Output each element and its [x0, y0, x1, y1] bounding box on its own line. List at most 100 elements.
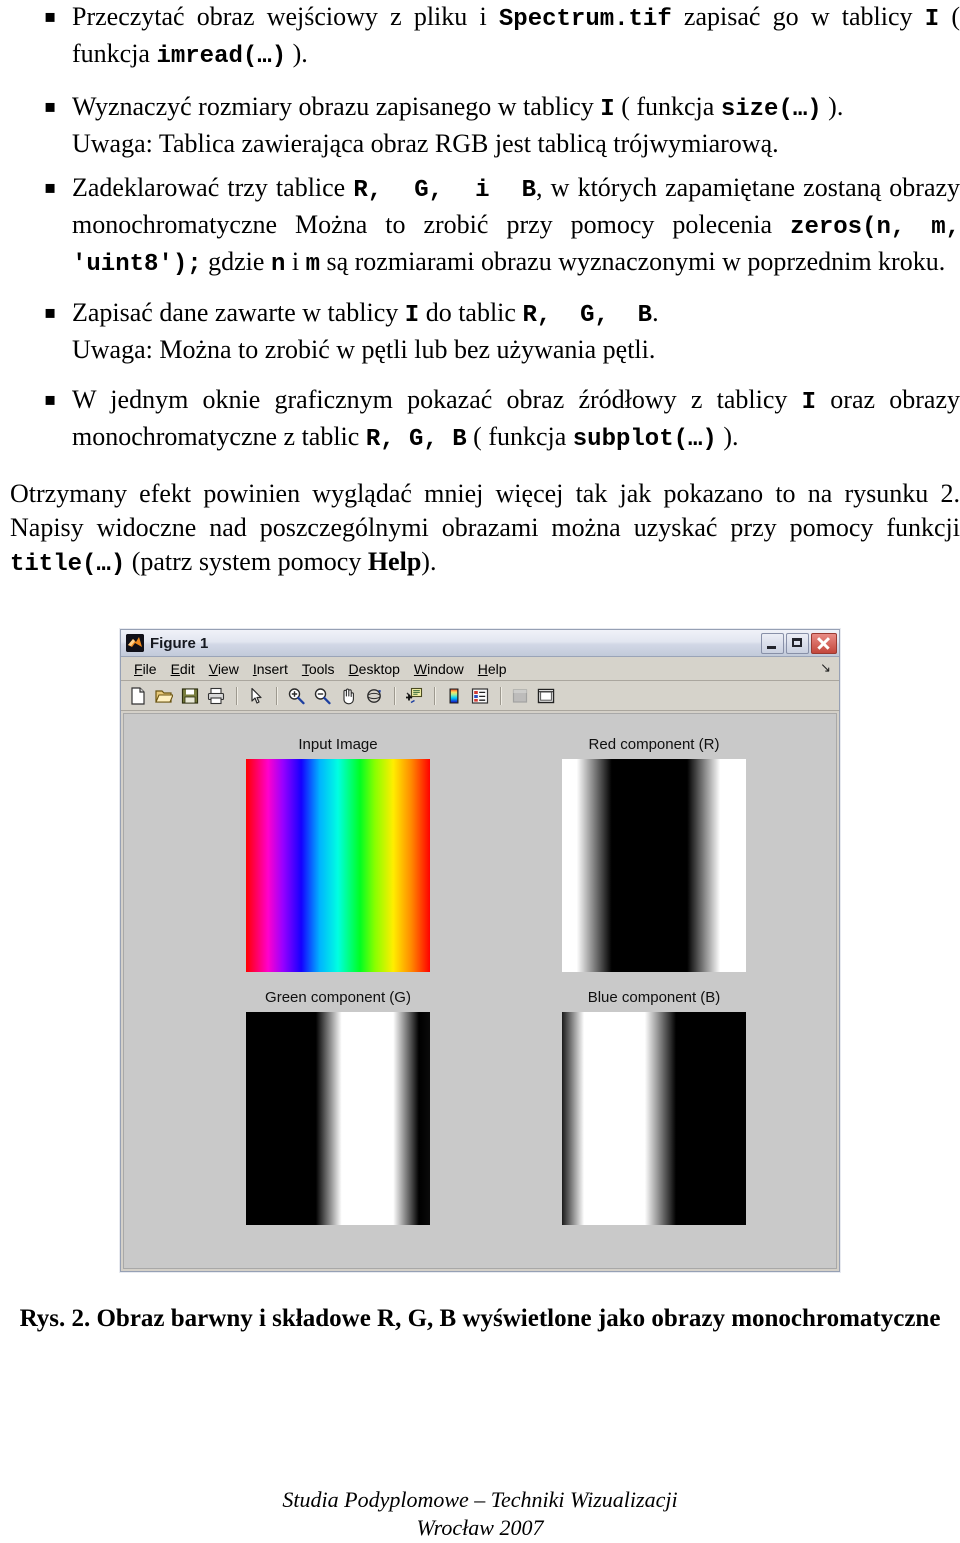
menu-item-desktop[interactable]: Desktop	[342, 660, 407, 678]
code-span: I	[924, 6, 940, 33]
task-assign-text: Zapisać dane zawarte w tablicy I do tabl…	[72, 298, 659, 329]
zoom-out-icon[interactable]	[310, 684, 334, 708]
list-item-task-assign: ▪ Zapisać dane zawarte w tablicy I do ta…	[10, 296, 960, 367]
menu-item-window[interactable]: Window	[407, 660, 471, 678]
figure-window-title: Figure 1	[150, 634, 209, 652]
hide-plot-tools-icon	[508, 684, 532, 708]
open-file-icon[interactable]	[152, 684, 176, 708]
colorbar-icon[interactable]	[442, 684, 466, 708]
task-size-text: Wyznaczyć rozmiary obrazu zapisanego w t…	[72, 92, 844, 123]
code-span: m	[305, 251, 320, 278]
list-item-task-imread: ▪ Przeczytać obraz wejściowy z pliku i S…	[10, 0, 960, 74]
task-zeros-text: Zadeklarować trzy tablice R, G, i B, w k…	[72, 173, 960, 278]
footer-line-1: Studia Podyplomowe – Techniki Wizualizac…	[282, 1487, 678, 1512]
green-channel-image	[246, 1012, 430, 1225]
task-size-note: Uwaga: Tablica zawierająca obraz RGB jes…	[72, 129, 779, 158]
show-plot-tools-icon[interactable]	[534, 684, 558, 708]
menu-item-file[interactable]: File	[127, 660, 164, 678]
menu-item-edit[interactable]: Edit	[164, 660, 202, 678]
red-channel-image	[562, 759, 746, 972]
text-span: Wyznaczyć rozmiary obrazu zapisanego w t…	[72, 92, 601, 121]
minimize-icon[interactable]	[761, 632, 784, 654]
edit-plot-icon[interactable]	[244, 684, 268, 708]
text-span: ).	[716, 422, 739, 451]
text-span: są rozmiarami obrazu wyznaczonymi w popr…	[319, 247, 946, 276]
save-figure-icon[interactable]	[178, 684, 202, 708]
toolbar-separator	[500, 686, 502, 705]
text-span: ).	[286, 39, 308, 68]
subplot-input-title: Input Image	[298, 736, 378, 753]
menu-item-tools[interactable]: Tools	[295, 660, 342, 678]
menu-item-help[interactable]: Help	[471, 660, 514, 678]
zoom-in-icon[interactable]	[284, 684, 308, 708]
text-span: zapisać go w tablicy	[671, 2, 925, 31]
task-imread-text: Przeczytać obraz wejściowy z pliku i Spe…	[72, 2, 960, 70]
toolbar-separator	[434, 686, 436, 705]
data-cursor-icon[interactable]	[402, 684, 426, 708]
code-span: R, G, i B	[353, 177, 537, 204]
bullet-icon: ▪	[44, 389, 57, 410]
matlab-figure-window[interactable]: Figure 1 File Edit View Insert Tools Desktop W…	[120, 629, 840, 1272]
code-span: I	[801, 389, 817, 416]
figure-canvas: Input Image Red component (R) Green comp…	[123, 713, 837, 1269]
list-item-task-size: ▪ Wyznaczyć rozmiary obrazu zapisanego w…	[10, 90, 960, 161]
maximize-icon[interactable]	[786, 632, 809, 654]
bullet-icon: ▪	[44, 6, 57, 27]
matlab-icon	[126, 634, 144, 652]
legend-icon[interactable]	[468, 684, 492, 708]
menu-item-insert[interactable]: Insert	[246, 660, 295, 678]
figure-titlebar[interactable]: Figure 1	[121, 630, 839, 657]
list-item-task-zeros: ▪ Zadeklarować trzy tablice R, G, i B, w…	[10, 171, 960, 282]
spectrum-rgb-image	[246, 759, 430, 972]
code-span: n	[270, 251, 286, 278]
pan-icon[interactable]	[336, 684, 360, 708]
close-icon[interactable]	[811, 632, 837, 654]
text-span: Zadeklarować trzy tablice	[72, 173, 354, 202]
toolbar-separator	[276, 686, 278, 705]
blue-channel-image	[562, 1012, 746, 1225]
figure-menubar[interactable]: File Edit View Insert Tools Desktop Window Help…	[121, 657, 839, 681]
document-page: ▪ Przeczytać obraz wejściowy z pliku i S…	[0, 0, 960, 1543]
text-span: Zapisać dane zawarte w tablicy	[72, 298, 405, 327]
bullet-icon: ▪	[44, 177, 57, 198]
print-figure-icon[interactable]	[204, 684, 228, 708]
list-item-task-subplot: ▪ W jednym oknie graficznym pokazać obra…	[10, 383, 960, 457]
text-span: ( funkcja	[614, 92, 721, 121]
text-span: ).	[421, 547, 437, 576]
figure-toolbar[interactable]	[121, 681, 839, 711]
subplot-red-title: Red component (R)	[588, 736, 720, 753]
code-span: title(…)	[10, 551, 126, 578]
subplot-red-component: Red component (R)	[562, 736, 746, 972]
bullet-icon: ▪	[44, 302, 57, 323]
bullet-icon: ▪	[44, 96, 57, 117]
text-span: W jednym oknie graficznym pokazać obraz …	[72, 385, 802, 414]
subplot-green-component: Green component (G)	[246, 989, 430, 1225]
text-span: ( funkcja	[466, 422, 573, 451]
footer-line-2: Wrocław 2007	[416, 1515, 544, 1540]
text-span: ).	[821, 92, 844, 121]
code-span: imread(…)	[156, 43, 287, 70]
subplot-blue-component: Blue component (B)	[562, 989, 746, 1225]
text-span: (patrz system pomocy	[125, 547, 368, 576]
code-span: subplot(…)	[572, 426, 717, 453]
menu-item-view[interactable]: View	[202, 660, 246, 678]
closing-paragraph: Otrzymany efekt powinien wyglądać mniej …	[10, 477, 960, 582]
new-figure-icon[interactable]	[126, 684, 150, 708]
subplot-green-title: Green component (G)	[265, 989, 411, 1006]
menu-overflow-icon[interactable]: ↘	[820, 661, 839, 676]
code-span: R, G, B	[365, 426, 467, 453]
text-span: .	[652, 298, 659, 327]
closing-paragraph-text: Otrzymany efekt powinien wyglądać mniej …	[10, 479, 960, 578]
task-assign-note: Uwaga: Można to zrobić w pętli lub bez u…	[72, 335, 656, 364]
window-controls	[761, 632, 837, 654]
text-span: gdzie	[201, 247, 271, 276]
text-span: Otrzymany efekt powinien wyglądać mniej …	[10, 479, 960, 542]
code-span: size(…)	[720, 96, 822, 123]
text-span: do tablic	[419, 298, 523, 327]
code-span: I	[404, 302, 420, 329]
rotate-3d-icon[interactable]	[362, 684, 386, 708]
subplot-blue-title: Blue component (B)	[587, 989, 721, 1006]
text-span: i	[285, 247, 306, 276]
code-span: I	[600, 96, 615, 123]
page-footer: Studia Podyplomowe – Techniki Wizualizac…	[0, 1486, 960, 1542]
